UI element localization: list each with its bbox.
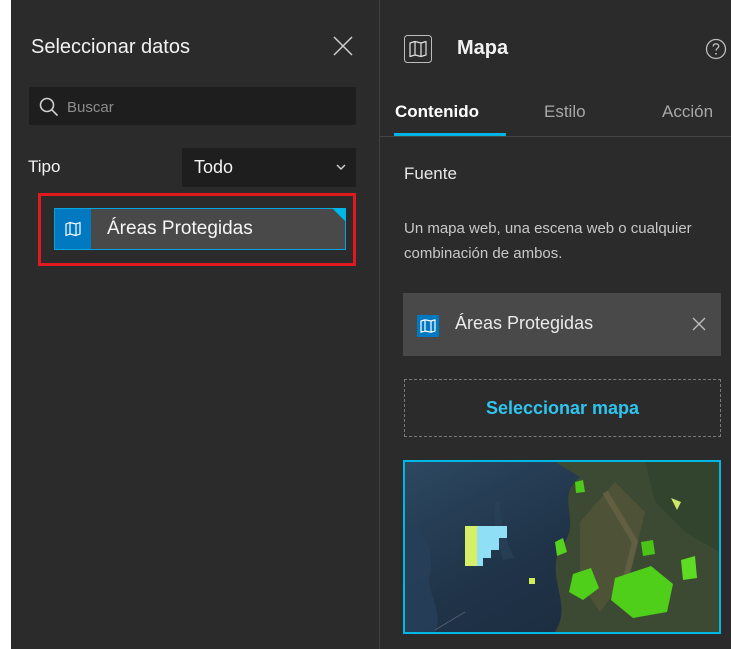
tab-bar: Contenido Estilo Acción <box>380 88 731 137</box>
active-tab-indicator <box>394 133 506 136</box>
remove-icon[interactable] <box>691 316 707 332</box>
tab-accion[interactable]: Acción <box>662 102 713 122</box>
map-icon <box>420 319 436 333</box>
selected-source-card: Áreas Protegidas <box>403 293 721 356</box>
select-data-panel: Seleccionar datos Tipo Todo Áreas Proteg… <box>11 0 379 649</box>
panel-title: Mapa <box>457 37 509 59</box>
type-filter-select[interactable]: Todo <box>182 148 356 187</box>
type-filter-label: Tipo <box>28 157 61 176</box>
map-thumbnail[interactable] <box>403 460 721 634</box>
search-icon <box>39 97 59 117</box>
select-map-button[interactable]: Seleccionar mapa <box>404 379 721 437</box>
map-settings-panel: Mapa Contenido Estilo Acción Fuente Un m… <box>380 0 731 649</box>
source-icon-box <box>417 315 439 337</box>
map-icon <box>65 221 81 237</box>
search-box <box>29 87 356 127</box>
source-label: Áreas Protegidas <box>455 313 594 333</box>
search-input[interactable] <box>65 87 349 127</box>
type-filter-value: Todo <box>194 157 234 177</box>
map-icon <box>404 35 432 63</box>
help-icon[interactable] <box>705 38 727 60</box>
tab-contenido[interactable]: Contenido <box>395 102 479 122</box>
section-label: Fuente <box>404 164 457 183</box>
selected-corner-indicator <box>332 208 346 222</box>
data-item-card[interactable]: Áreas Protegidas <box>54 208 346 250</box>
item-label: Áreas Protegidas <box>107 218 253 239</box>
panel-title: Seleccionar datos <box>31 36 190 58</box>
chevron-down-icon <box>336 164 346 171</box>
tab-estilo[interactable]: Estilo <box>544 102 586 122</box>
item-icon-box <box>55 209 91 249</box>
source-description: Un mapa web, una escena web o cualquier … <box>404 220 692 262</box>
close-icon[interactable] <box>331 34 355 58</box>
map-preview-image <box>405 462 719 632</box>
